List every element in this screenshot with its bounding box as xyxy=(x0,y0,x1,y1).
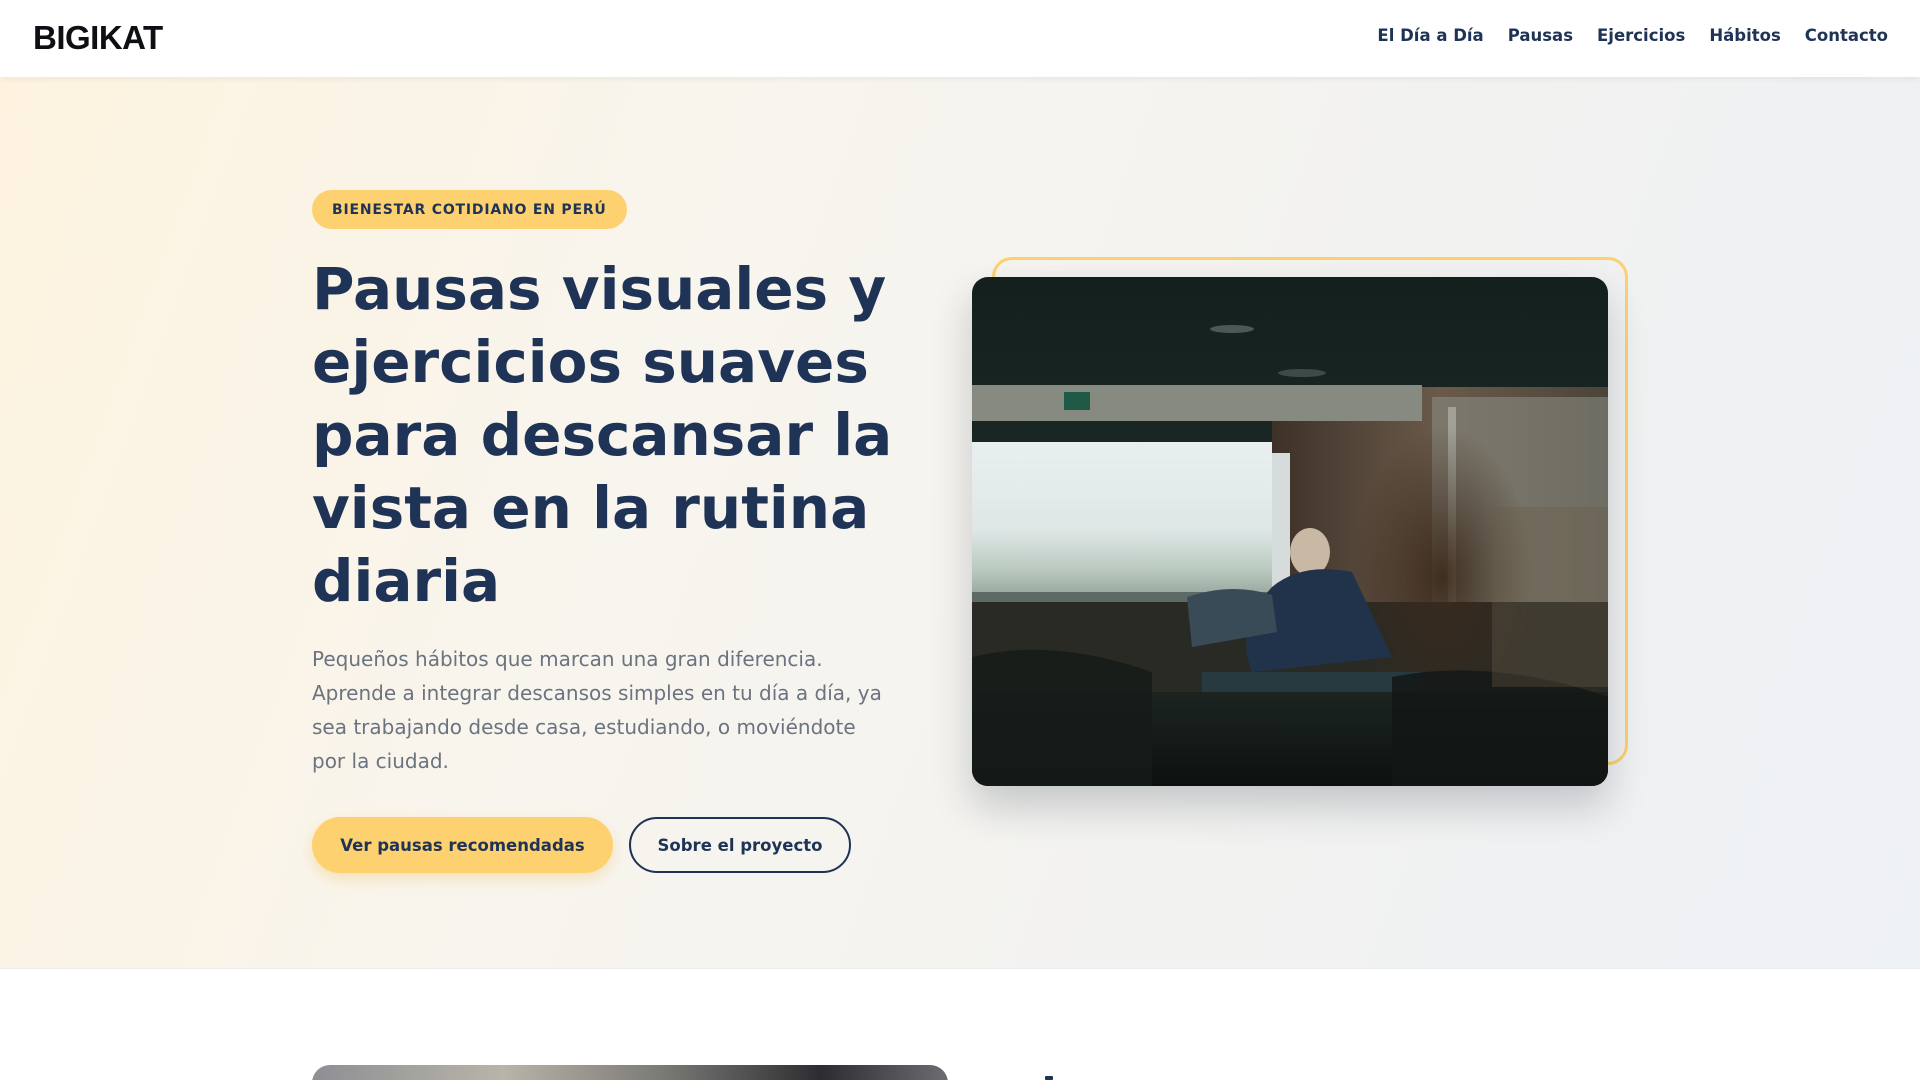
hero-description: Pequeños hábitos que marcan una gran dif… xyxy=(312,647,882,773)
nav-link-habitos[interactable]: Hábitos xyxy=(1709,26,1780,45)
view-pauses-button[interactable]: Ver pausas recomendadas xyxy=(312,817,613,873)
about-project-button[interactable]: Sobre el proyecto xyxy=(629,817,851,873)
nav-link-dia-a-dia[interactable]: El Día a Día xyxy=(1377,26,1483,45)
section-photo xyxy=(312,1065,948,1080)
nav-link-contacto[interactable]: Contacto xyxy=(1805,26,1888,45)
hero-badge: BIENESTAR COTIDIANO EN PERÚ xyxy=(312,190,627,229)
nav-link-ejercicios[interactable]: Ejercicios xyxy=(1597,26,1685,45)
site-header: BIGIKAT El Día a Día Pausas Ejercicios H… xyxy=(0,0,1920,77)
hero-section: BIENESTAR COTIDIANO EN PERÚ Pausas visua… xyxy=(0,77,1920,969)
section-heading-fragment xyxy=(1045,1076,1053,1080)
nav-link-pausas[interactable]: Pausas xyxy=(1508,26,1573,45)
main-nav: El Día a Día Pausas Ejercicios Hábitos C… xyxy=(1377,26,1888,45)
hero-photo xyxy=(972,277,1608,786)
hero-title: Pausas visuales y ejercicios suaves para… xyxy=(312,255,893,615)
site-logo[interactable]: BIGIKAT xyxy=(33,19,163,57)
